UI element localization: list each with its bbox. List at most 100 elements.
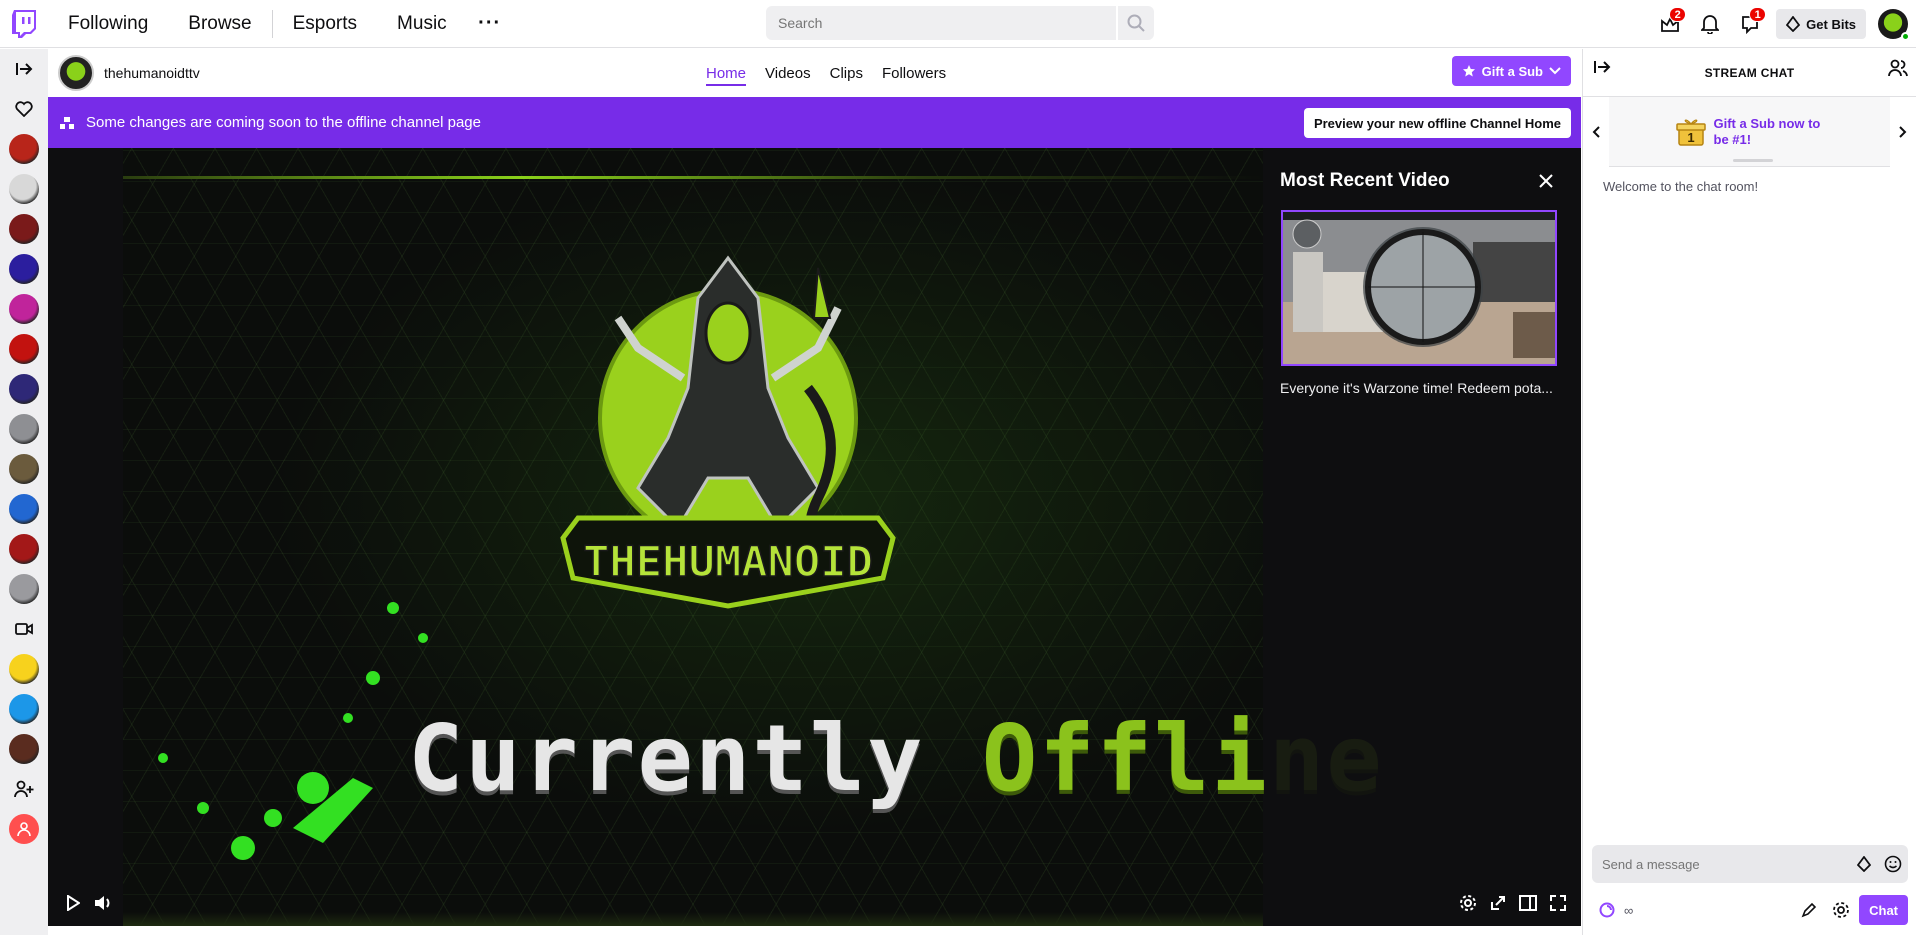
gift-promo[interactable]: 1 Gift a Sub now to be #1! [1609, 116, 1890, 148]
left-sidebar [0, 49, 48, 935]
popout-icon[interactable] [1483, 888, 1513, 918]
chevron-right-icon[interactable] [1890, 96, 1916, 167]
community-icon[interactable] [1888, 59, 1908, 82]
channel-name[interactable]: thehumanoidttv [104, 65, 200, 81]
sidebar-channel-avatar[interactable] [9, 654, 39, 684]
pen-icon[interactable] [1794, 895, 1824, 925]
nav-following[interactable]: Following [48, 0, 168, 48]
whispers-badge: 1 [1749, 7, 1767, 22]
bits-icon[interactable] [1850, 850, 1878, 878]
tab-videos[interactable]: Videos [765, 49, 811, 97]
art-top-stripe [123, 176, 1263, 179]
sidebar-channel-avatar[interactable] [9, 214, 39, 244]
emote-picker-icon[interactable] [1878, 850, 1908, 878]
settings-gear-icon[interactable] [1453, 888, 1483, 918]
chat-welcome-message: Welcome to the chat room! [1603, 179, 1759, 194]
banner-text: Some changes are coming soon to the offl… [86, 114, 481, 131]
expand-sidebar-icon[interactable] [0, 49, 48, 89]
offline-banner-image: THEHUMANOID Currently Offline [123, 148, 1382, 926]
sidebar-channel-avatar[interactable] [9, 134, 39, 164]
offline-page-banner: Some changes are coming soon to the offl… [48, 97, 1581, 148]
top-right-controls: 2 1 Get Bits [1650, 0, 1916, 48]
sidebar-channel-avatar[interactable] [9, 574, 39, 604]
gift-rank-number: 1 [1687, 130, 1694, 145]
close-icon[interactable] [1535, 170, 1557, 192]
bits-icon [1786, 16, 1801, 32]
video-thumbnail-image [1283, 212, 1555, 364]
sidebar-channel-avatar[interactable] [9, 294, 39, 324]
chat-send-button[interactable]: Chat [1859, 895, 1908, 925]
layout-icon [60, 116, 74, 129]
recent-video-title[interactable]: Everyone it's Warzone time! Redeem pota.… [1280, 380, 1560, 396]
search-icon [1127, 14, 1145, 32]
channel-avatar[interactable] [58, 55, 94, 91]
tab-clips[interactable]: Clips [830, 49, 863, 97]
play-icon[interactable] [58, 888, 88, 918]
theatre-mode-icon[interactable] [1513, 888, 1543, 918]
channel-header: thehumanoidttv Home Videos Clips Followe… [48, 49, 1581, 97]
gift-sub-button[interactable]: Gift a Sub [1451, 56, 1571, 86]
sidebar-channel-avatar[interactable] [9, 374, 39, 404]
sidebar-channel-avatar[interactable] [9, 494, 39, 524]
heart-icon[interactable] [0, 89, 48, 129]
gift-box-icon: 1 [1675, 119, 1706, 146]
chevron-down-icon [1549, 67, 1561, 75]
nav-music[interactable]: Music [377, 0, 467, 48]
sidebar-channel-avatar[interactable] [9, 734, 39, 764]
chat-header: STREAM CHAT [1583, 49, 1916, 97]
followed-channels [9, 129, 39, 609]
chat-footer: ∞ Chat [1592, 892, 1908, 928]
sidebar-channel-avatar[interactable] [9, 694, 39, 724]
preview-channel-home-button[interactable]: Preview your new offline Channel Home [1303, 108, 1571, 138]
channel-points-icon[interactable] [1596, 899, 1618, 921]
video-camera-icon[interactable] [0, 609, 48, 649]
nav-esports[interactable]: Esports [273, 0, 377, 48]
search-bar [766, 6, 1154, 40]
whispers-button[interactable]: 1 [1730, 4, 1770, 44]
sidebar-channel-avatar[interactable] [9, 414, 39, 444]
search-input[interactable] [766, 6, 1116, 40]
tab-home[interactable]: Home [706, 49, 747, 97]
prime-loot-button[interactable]: 2 [1650, 4, 1690, 44]
find-friends-icon[interactable] [0, 769, 48, 809]
chat-settings-icon[interactable] [1826, 895, 1856, 925]
channel-tabs: Home Videos Clips Followers [706, 49, 946, 97]
humanoid-mascot-logo: THEHUMANOID [560, 255, 896, 609]
recommended-channels [9, 649, 39, 769]
top-navigation: Following Browse Esports Music ··· 2 1 G… [0, 0, 1916, 48]
twitch-logo-icon[interactable] [0, 0, 48, 48]
chevron-left-icon[interactable] [1583, 96, 1609, 167]
bell-icon [1701, 15, 1720, 34]
recent-video-thumbnail[interactable] [1281, 210, 1557, 366]
chat-title: STREAM CHAT [1704, 65, 1795, 80]
online-status-dot [1901, 32, 1910, 41]
stream-chat: STREAM CHAT 1 Gift a Sub now to be #1! W… [1582, 49, 1916, 935]
chat-message-input[interactable] [1592, 856, 1850, 872]
sidebar-channel-avatar[interactable] [9, 534, 39, 564]
get-bits-button[interactable]: Get Bits [1776, 9, 1866, 39]
volume-icon[interactable] [88, 888, 118, 918]
offline-title: Currently Offline [408, 705, 1384, 812]
notifications-button[interactable] [1690, 4, 1730, 44]
fullscreen-icon[interactable] [1543, 888, 1573, 918]
prime-badge: 2 [1669, 7, 1687, 22]
carousel-indicator [1733, 159, 1773, 162]
sidebar-channel-avatar[interactable] [9, 174, 39, 204]
nav-browse[interactable]: Browse [168, 0, 271, 48]
player-controls [48, 880, 1581, 926]
video-player[interactable]: THEHUMANOID Currently Offline Most Recen… [48, 148, 1581, 926]
user-avatar[interactable] [1878, 9, 1910, 41]
search-button[interactable] [1118, 6, 1154, 40]
profile-icon[interactable] [9, 814, 39, 844]
get-bits-label: Get Bits [1806, 16, 1856, 32]
star-icon [1462, 65, 1475, 77]
most-recent-video-panel: Most Recent Video Everyone it's Warzone … [1265, 148, 1581, 926]
gift-promo-text: Gift a Sub now to be #1! [1713, 115, 1821, 147]
sidebar-channel-avatar[interactable] [9, 334, 39, 364]
offline-word-currently: Currently [408, 705, 925, 812]
sidebar-channel-avatar[interactable] [9, 254, 39, 284]
sidebar-channel-avatar[interactable] [9, 454, 39, 484]
more-options-icon[interactable]: ··· [473, 7, 507, 41]
tab-followers[interactable]: Followers [882, 49, 946, 97]
logo-text: THEHUMANOID [583, 537, 873, 586]
